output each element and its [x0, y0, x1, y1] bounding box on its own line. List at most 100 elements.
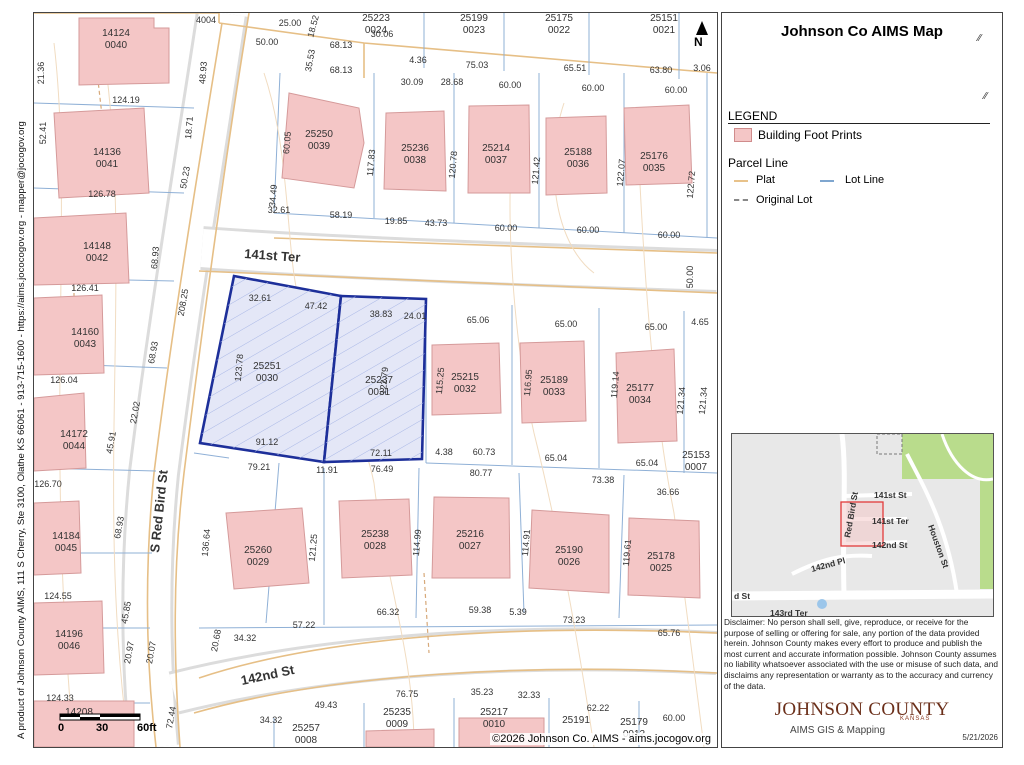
- dimension-label: 4004: [196, 15, 216, 25]
- dimension-label: 50.00: [685, 266, 695, 289]
- dimension-label: 68.13: [330, 65, 353, 75]
- map-view[interactable]: 141st Ter S Red Bird St 142nd St 14124 00…: [33, 12, 718, 748]
- parcel-address-label: 25199: [460, 13, 488, 24]
- parcel-lot-label: 0007: [685, 462, 708, 473]
- legend-panel: Johnson Co AIMS Map ∕∕ ∕∕ LEGEND Buildin…: [721, 12, 1003, 748]
- dimension-label: 48.93: [197, 61, 209, 84]
- parcel-lot-label: 0030: [256, 373, 279, 384]
- overview-street-label: d St: [734, 591, 750, 601]
- dimension-label: 65.76: [658, 628, 681, 638]
- building-legend-label: Building Foot Prints: [758, 128, 863, 142]
- dimension-label: 79.21: [248, 462, 271, 472]
- edit-notes-icon[interactable]: ∕∕: [984, 91, 987, 102]
- overview-map[interactable]: 141st St 141st Ter 142nd St Red Bird St Hous…: [731, 433, 994, 617]
- parcel-address-label: 25238: [361, 529, 389, 540]
- dimension-label: 4.36: [409, 55, 427, 65]
- dimension-label: 45.91: [104, 431, 118, 455]
- parcel-lot-label: 0037: [485, 155, 508, 166]
- parcel-lot-label: 0023: [463, 25, 486, 36]
- parcel-lot-label: 0036: [567, 159, 590, 170]
- scale-label-60: 60ft: [137, 722, 157, 734]
- dimension-label: 80.77: [470, 468, 493, 478]
- dimension-label: 124.19: [112, 95, 140, 105]
- dimension-label: 34.32: [260, 715, 283, 725]
- parcel-address-label: 25189: [540, 375, 568, 386]
- parcel-address-label: 14160: [71, 327, 99, 338]
- parcel-address-label: 25177: [626, 383, 654, 394]
- dimension-label: 36.66: [657, 487, 680, 497]
- lot-legend-label: Lot Line: [845, 174, 885, 186]
- parcel-lot-label: 0009: [386, 719, 409, 730]
- dimension-label: 63.80: [650, 65, 673, 75]
- parcel-address-label: 25214: [482, 143, 510, 154]
- dimension-label: 75.03: [466, 60, 489, 70]
- plat-line-swatch-icon: [734, 180, 748, 182]
- north-arrow-icon: [696, 21, 708, 35]
- map-canvas[interactable]: 141st Ter S Red Bird St 142nd St 1412400…: [34, 13, 717, 747]
- legend-heading: LEGEND: [728, 109, 778, 123]
- dimension-label: 126.70: [34, 479, 62, 489]
- parcel-address-label: 14184: [52, 531, 80, 542]
- dimension-label: 32.61: [249, 293, 272, 303]
- parcel-lot-label: 0034: [629, 395, 652, 406]
- dimension-label: 117.83: [365, 149, 377, 177]
- map-copyright: ©2026 Johnson Co. AIMS - aims.jocogov.or…: [490, 733, 713, 745]
- map-title[interactable]: Johnson Co AIMS Map: [722, 23, 1002, 40]
- dimension-label: 49.43: [315, 700, 338, 710]
- parcel-lot-label: 0010: [483, 719, 506, 730]
- parcel-lot-label: 0044: [63, 441, 86, 452]
- building-25235: [365, 728, 435, 747]
- parcel-lot-label: 0025: [650, 563, 673, 574]
- dimension-label: 65.51: [564, 63, 587, 73]
- parcel-address-label: 25251: [253, 361, 281, 372]
- parcel-lot-label: 0032: [454, 384, 477, 395]
- overview-street-label: 142nd St: [872, 540, 908, 550]
- dimension-label: 76.49: [371, 464, 394, 474]
- parcel-lot-label: 0046: [58, 641, 81, 652]
- legend-divider: [728, 123, 990, 124]
- parcel-lot-label: 0039: [308, 141, 331, 152]
- parcel-lot-label: 0042: [86, 253, 109, 264]
- parcel-address-label: 25236: [401, 143, 429, 154]
- parcel-address-label: 25217: [480, 707, 508, 718]
- parcel-address-label: 25178: [647, 551, 675, 562]
- parcel-address-label: 14196: [55, 629, 83, 640]
- dimension-label: 34.32: [234, 633, 257, 643]
- parcel-address-label: 25188: [564, 147, 592, 158]
- parcel-lot-label: 0043: [74, 339, 97, 350]
- county-logo-subtitle: AIMS GIS & Mapping: [790, 725, 886, 736]
- lot-line-swatch-icon: [820, 180, 834, 182]
- dimension-label: 126.04: [50, 375, 78, 385]
- parcel-lot-label: 0040: [105, 40, 128, 51]
- dimension-label: 52.41: [38, 122, 48, 145]
- dimension-label: 76.75: [396, 689, 419, 699]
- dimension-label: 126.78: [88, 189, 116, 199]
- dimension-label: 43.73: [425, 218, 448, 228]
- disclaimer-text: Disclaimer: No person shall sell, give, …: [724, 617, 998, 691]
- edit-title-icon[interactable]: ∕∕: [978, 33, 981, 44]
- overview-map-canvas[interactable]: 141st St141st Ter142nd StRed Bird StHous…: [732, 434, 993, 616]
- dimension-label: 122.72: [685, 171, 697, 199]
- parcel-address-label: 25216: [456, 529, 484, 540]
- dimension-label: 18.71: [183, 116, 195, 139]
- parcel-lot-label: 0027: [459, 541, 482, 552]
- dimension-label: 5.39: [509, 607, 527, 617]
- parcel-lot-label: 0041: [96, 159, 119, 170]
- parcel-lot-label: 0038: [404, 155, 427, 166]
- parcel-address-label: 14136: [93, 147, 121, 158]
- dimension-label: 19.85: [385, 216, 408, 226]
- dimension-label: 65.00: [645, 322, 668, 332]
- dimension-label: 126.41: [71, 283, 99, 293]
- dimension-label: 60.05: [281, 131, 293, 154]
- dimension-label: 60.00: [582, 83, 605, 93]
- dimension-label: 60.00: [499, 80, 522, 90]
- parcel-lot-label: 0029: [247, 557, 270, 568]
- building-swatch-icon: [734, 128, 752, 142]
- dimension-label: 32.61: [268, 205, 291, 215]
- parcel-lot-label: 0021: [653, 25, 676, 36]
- parcel-lot-label: 0008: [295, 735, 318, 746]
- dimension-label: 4.38: [435, 447, 453, 457]
- parcel-lot-label: 0022: [548, 25, 571, 36]
- dimension-label: 73.23: [563, 615, 586, 625]
- parcel-address-label: 25151: [650, 13, 678, 24]
